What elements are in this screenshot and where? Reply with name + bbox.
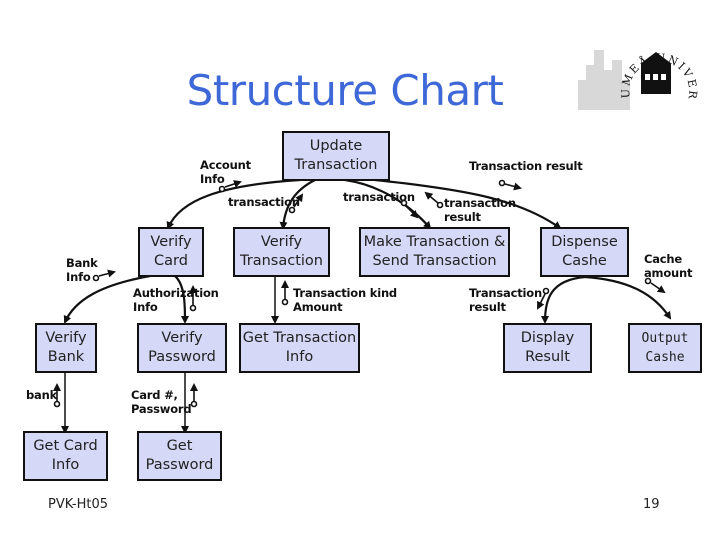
module-get-password: Get Password [137,431,222,481]
couple-transaction-kind-amount: Transaction kind Amount [293,286,397,314]
module-make-send-transaction: Make Transaction & Send Transaction [359,227,510,277]
module-verify-password: Verify Password [137,323,227,373]
module-get-transaction-info: Get Transaction Info [239,323,360,373]
couple-transaction-2: transaction [343,190,415,204]
couple-account-info: Account Info [200,158,251,186]
couple-transaction-result-top: Transaction result [469,159,583,173]
module-display-result: Display Result [503,323,592,373]
module-dispense-cashe: Dispense Cashe [540,227,629,277]
link-dispense-display [541,275,586,324]
module-verify-transaction: Verify Transaction [233,227,330,277]
link-update-maketransaction [344,178,432,230]
couple-transaction-result-display: Transaction result [469,286,542,314]
page-number: 19 [643,497,660,512]
link-dispense-output [584,275,672,320]
slide-footer: PVK-Ht05 [48,497,108,512]
couple-bank: bank [26,388,58,402]
module-verify-bank: Verify Bank [35,323,97,373]
couple-bank-info: Bank Info [66,256,98,284]
module-get-card-info: Get Card Info [23,431,108,481]
module-verify-card: Verify Card [138,227,204,277]
couple-transaction-1: transaction [228,195,300,209]
couple-authorization-info: Authorization Info [133,286,219,314]
module-output-cashe: Output Cashe [628,323,702,373]
module-update-transaction: Update Transaction [282,131,390,181]
couple-card-password: Card #, Password [131,388,192,416]
couple-cache-amount: Cache amount [644,252,693,280]
couple-transaction-result-small: transaction result [444,196,516,224]
